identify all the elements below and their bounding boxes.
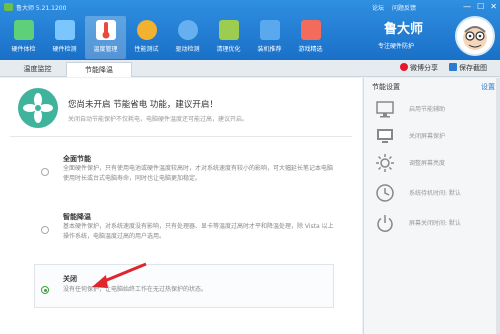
option-description: 全面硬件保护，只有使用电池或硬件温度较高时，才对系统速度有较小的影响，可大幅延长…	[63, 165, 334, 182]
radio-full-saving[interactable]	[41, 168, 49, 176]
mascot-avatar[interactable]	[455, 16, 495, 56]
monitor-icon	[376, 101, 394, 118]
hardware-check-icon	[13, 20, 34, 40]
brand: 鲁大师 专注硬件防护	[378, 14, 423, 50]
sub-tab-bar: 温度监控 节能降温 微博分享 保存截图	[0, 60, 500, 77]
save-screenshot-button[interactable]: 保存截图	[449, 63, 487, 73]
nav-games[interactable]: 游戏精选	[290, 16, 331, 59]
nav-cleanup[interactable]: 清理优化	[208, 16, 249, 59]
power-settings-panel: 节能设置 设置 启用节能辅助 关闭屏幕保护 调整屏幕亮度 系统待机时间: 默认 …	[363, 78, 500, 334]
weibo-share-label: 微博分享	[410, 64, 438, 72]
close-button[interactable]: ✕	[490, 2, 497, 11]
app-header: 鲁大师 5.21.1200 论坛 问题反馈 — ☐ ✕ 硬件体检 硬件检测 温度…	[0, 0, 500, 60]
nav-label: 性能测试	[134, 46, 159, 53]
maximize-button[interactable]: ☐	[477, 2, 484, 11]
minimize-button[interactable]: —	[463, 2, 471, 11]
thermometer-icon	[95, 20, 116, 40]
hardware-detect-icon	[54, 20, 75, 40]
nav-performance[interactable]: 性能测试	[126, 16, 167, 59]
power-icon	[377, 215, 393, 232]
side-item-label: 调整屏幕亮度	[409, 160, 446, 167]
option-description: 基本硬件保护，对系统速度没有影响，只有处理器、显卡等温度过高时才平和降温处理，除…	[63, 223, 334, 240]
speedometer-icon	[136, 20, 157, 40]
main-nav: 硬件体检 硬件检测 温度管理 性能测试 驱动检测 清理优化 装机推荐 游戏精选	[3, 16, 331, 59]
nav-label: 硬件体检	[11, 46, 36, 53]
scrollbar[interactable]	[496, 78, 500, 334]
divider	[10, 136, 352, 137]
brand-name: 鲁大师	[384, 22, 424, 37]
title-bar: 鲁大师 5.21.1200 论坛 问题反馈 — ☐ ✕	[0, 0, 500, 14]
side-item-label: 启用节能辅助	[409, 106, 446, 113]
tab-temperature-monitor[interactable]: 温度监控	[10, 62, 65, 77]
brand-slogan: 专注硬件防护	[378, 43, 415, 50]
nav-label: 清理优化	[216, 46, 241, 53]
screen-icon	[377, 129, 393, 143]
side-item-screen-off[interactable]: 屏幕关闭时间: 默认	[364, 208, 500, 242]
side-item-label: 屏幕关闭时间: 默认	[409, 220, 461, 227]
side-item-brightness[interactable]: 调整屏幕亮度	[364, 148, 500, 182]
option-title: 全面节能	[63, 155, 91, 163]
broom-icon	[218, 20, 239, 40]
side-item-standby[interactable]: 系统待机时间: 默认	[364, 178, 500, 212]
radio-off[interactable]	[41, 286, 49, 294]
main-panel: 您尚未开启 节能省电 功能，建议开启！ 关闭自动节能保护不仅耗电，电脑硬件温度还…	[0, 78, 362, 334]
nav-hardware-detect[interactable]: 硬件检测	[44, 16, 85, 59]
banner-title: 您尚未开启 节能省电 功能，建议开启！	[68, 100, 218, 110]
weibo-share-button[interactable]: 微博分享	[400, 63, 438, 73]
side-item-label: 关闭屏幕保护	[409, 133, 446, 140]
computer-icon	[259, 20, 280, 40]
side-item-label: 系统待机时间: 默认	[409, 190, 461, 197]
brightness-icon	[376, 154, 394, 172]
weibo-icon	[400, 63, 408, 71]
nav-label: 装机推荐	[257, 46, 282, 53]
app-logo-icon	[4, 3, 13, 11]
clock-icon	[376, 184, 394, 202]
fan-icon	[18, 88, 58, 128]
top-links: 论坛 问题反馈	[372, 3, 416, 12]
driver-icon	[177, 20, 198, 40]
tab-power-saving[interactable]: 节能降温	[66, 62, 132, 77]
nav-build-recommend[interactable]: 装机推荐	[249, 16, 290, 59]
nav-label: 驱动检测	[175, 46, 200, 53]
banner-subtitle: 关闭自动节能保护不仅耗电，电脑硬件温度还可能过高，建议开启。	[68, 116, 249, 123]
save-screenshot-label: 保存截图	[459, 64, 487, 72]
option-title: 关闭	[63, 275, 77, 283]
side-panel-title: 节能设置	[372, 83, 400, 91]
gamepad-icon	[300, 20, 321, 40]
nav-driver[interactable]: 驱动检测	[167, 16, 208, 59]
feedback-link[interactable]: 问题反馈	[392, 3, 416, 12]
forum-link[interactable]: 论坛	[372, 3, 384, 12]
nav-hardware-check[interactable]: 硬件体检	[3, 16, 44, 59]
nav-temperature[interactable]: 温度管理	[85, 16, 126, 59]
radio-smart-cooling[interactable]	[41, 226, 49, 234]
camera-icon	[449, 63, 457, 71]
red-arrow-annotation	[92, 262, 147, 288]
settings-link[interactable]: 设置	[481, 82, 495, 92]
option-title: 智能降温	[63, 213, 91, 221]
nav-label: 游戏精选	[298, 46, 323, 53]
window-controls: — ☐ ✕	[463, 2, 497, 11]
nav-label: 温度管理	[93, 46, 118, 53]
app-title: 鲁大师 5.21.1200	[16, 5, 67, 12]
nav-label: 硬件检测	[52, 46, 77, 53]
